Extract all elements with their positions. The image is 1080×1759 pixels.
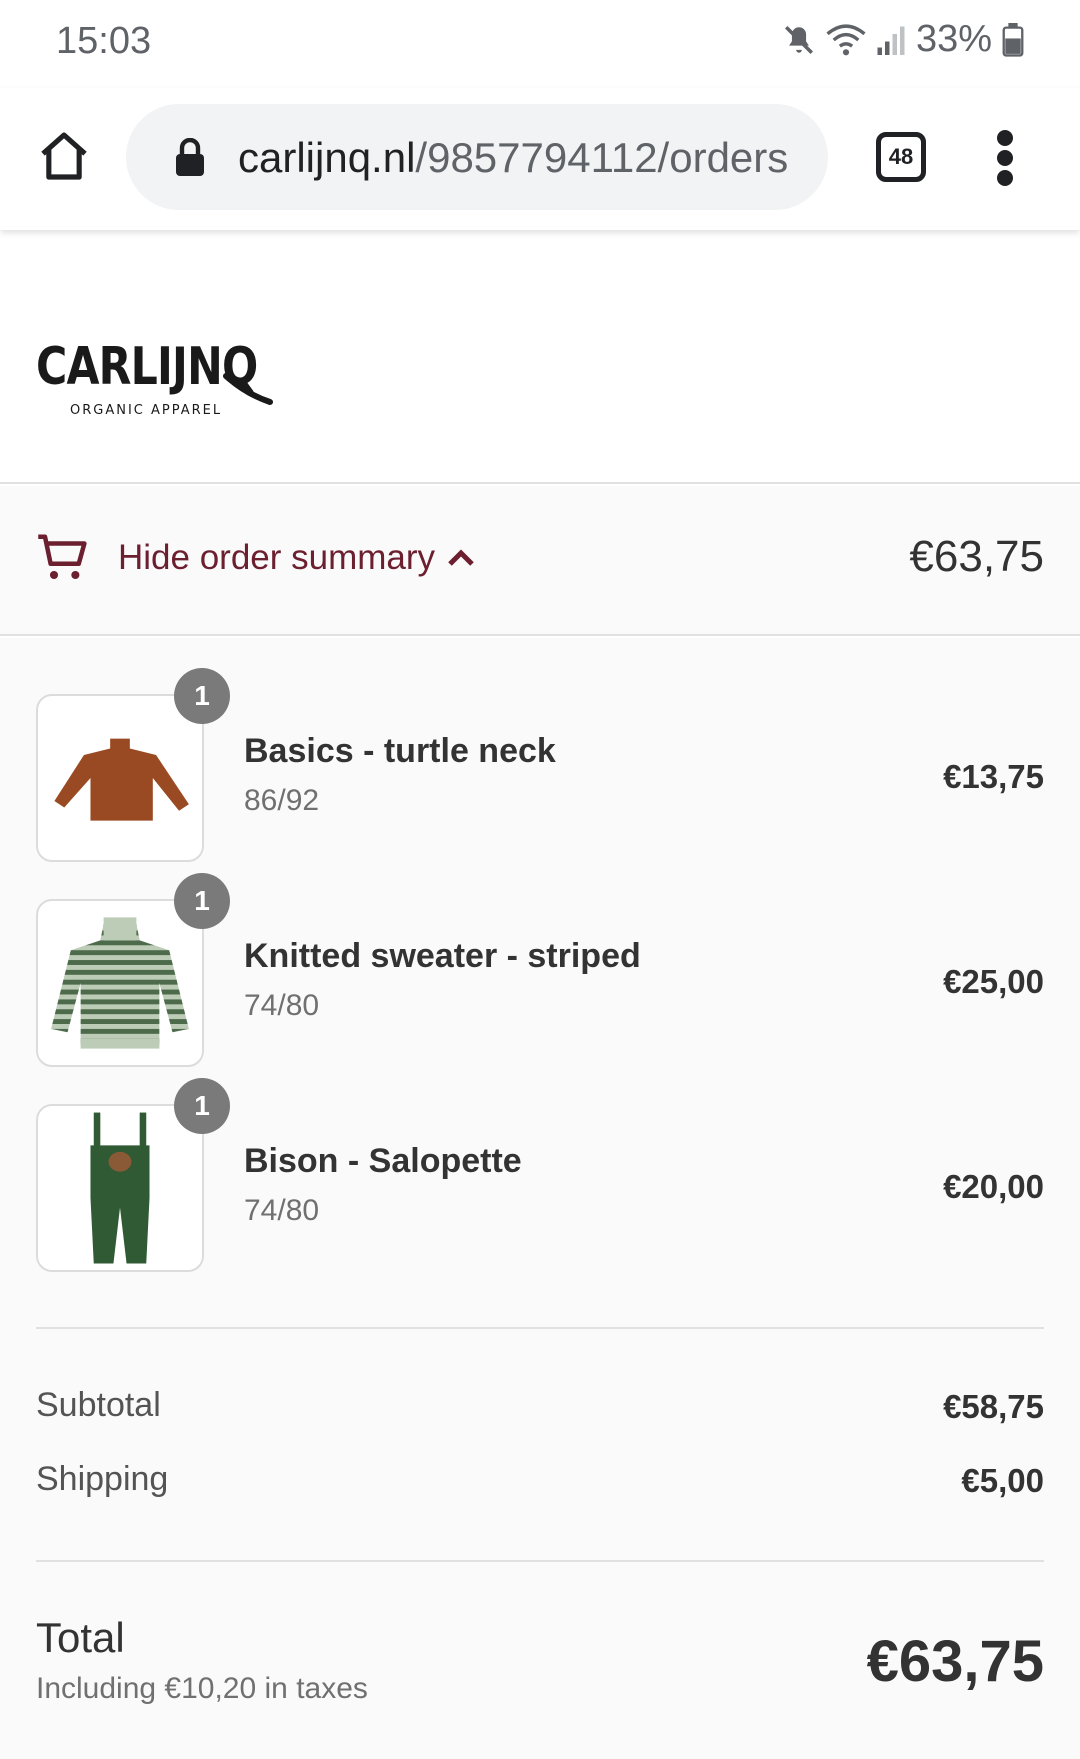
total-value: €63,75 bbox=[866, 1629, 1044, 1694]
product-variant: 74/80 bbox=[244, 989, 320, 1022]
mute-icon bbox=[784, 25, 813, 54]
quantity-badge: 1 bbox=[174, 1078, 230, 1134]
product-price: €13,75 bbox=[943, 758, 1044, 795]
product-variant: 86/92 bbox=[244, 784, 320, 817]
tax-note: Including €10,20 in taxes bbox=[36, 1672, 368, 1705]
product-price: €20,00 bbox=[943, 1168, 1044, 1205]
logo-tagline: ORGANIC APPAREL bbox=[70, 403, 222, 418]
product-price: €25,00 bbox=[943, 963, 1044, 1000]
quantity-badge: 1 bbox=[174, 668, 230, 724]
wifi-icon bbox=[826, 23, 866, 55]
line-item: 1 Knitted sweater - striped 74/80 €25,00 bbox=[36, 873, 1044, 1067]
turtleneck-image bbox=[54, 738, 189, 821]
battery-percent: 33% bbox=[915, 18, 992, 60]
logo-wordmark: CARLIJNQ bbox=[36, 337, 257, 397]
hide-order-summary-button[interactable]: Hide order summary bbox=[118, 538, 475, 578]
battery-icon bbox=[1002, 22, 1024, 57]
product-name: Bison - Salopette bbox=[244, 1142, 522, 1180]
url-domain: carlijnq.nl bbox=[238, 134, 416, 181]
line-item: 1 Basics - turtle neck 86/92 €13,75 bbox=[36, 668, 1044, 862]
status-time: 15:03 bbox=[56, 20, 152, 62]
url-text[interactable]: carlijnq.nl/9857794112/orders bbox=[238, 134, 808, 182]
chevron-up-icon bbox=[448, 549, 474, 566]
cart-icon bbox=[38, 534, 87, 580]
subtotal-row: Subtotal €58,75 bbox=[36, 1386, 1044, 1436]
product-name: Basics - turtle neck bbox=[244, 732, 556, 770]
total-label: Total bbox=[36, 1614, 125, 1661]
shipping-label: Shipping bbox=[36, 1460, 169, 1498]
product-name: Knitted sweater - striped bbox=[244, 937, 641, 975]
striped-sweater-image bbox=[51, 917, 189, 1049]
product-thumbnail bbox=[36, 899, 204, 1067]
divider bbox=[36, 1327, 1044, 1329]
quantity-badge: 1 bbox=[174, 873, 230, 929]
address-bar[interactable]: carlijnq.nl/9857794112/orders bbox=[126, 104, 828, 210]
shipping-value: €5,00 bbox=[961, 1462, 1044, 1499]
product-thumbnail bbox=[36, 1104, 204, 1272]
tab-switcher-button[interactable]: 48 bbox=[876, 132, 926, 182]
order-summary: 1 Basics - turtle neck 86/92 €13,75 1 Kn… bbox=[0, 638, 1080, 1759]
home-icon[interactable] bbox=[36, 128, 92, 184]
browser-toolbar: carlijnq.nl/9857794112/orders 48 bbox=[0, 88, 1080, 230]
status-bar: 15:03 33% bbox=[0, 0, 1080, 88]
product-thumbnail bbox=[36, 694, 204, 862]
order-summary-toggle[interactable]: Hide order summary €63,75 bbox=[0, 486, 1080, 636]
store-logo[interactable]: CARLIJNQ ORGANIC APPAREL bbox=[36, 324, 276, 424]
divider bbox=[36, 1560, 1044, 1562]
toggle-label-text: Hide order summary bbox=[118, 538, 436, 577]
salopette-image bbox=[90, 1112, 150, 1264]
subtotal-label: Subtotal bbox=[36, 1386, 161, 1424]
more-options-icon[interactable] bbox=[990, 128, 1020, 188]
shipping-row: Shipping €5,00 bbox=[36, 1460, 1044, 1510]
store-header: CARLIJNQ ORGANIC APPAREL bbox=[0, 230, 1080, 484]
subtotal-value: €58,75 bbox=[943, 1388, 1044, 1425]
line-item: 1 Bison - Salopette 74/80 €20,00 bbox=[36, 1078, 1044, 1272]
product-variant: 74/80 bbox=[244, 1194, 320, 1227]
toggle-total: €63,75 bbox=[909, 532, 1044, 581]
status-icons: 33% bbox=[782, 18, 1024, 61]
lock-icon bbox=[176, 138, 204, 176]
url-path: /9857794112/orders bbox=[415, 134, 789, 181]
signal-icon bbox=[877, 26, 905, 55]
